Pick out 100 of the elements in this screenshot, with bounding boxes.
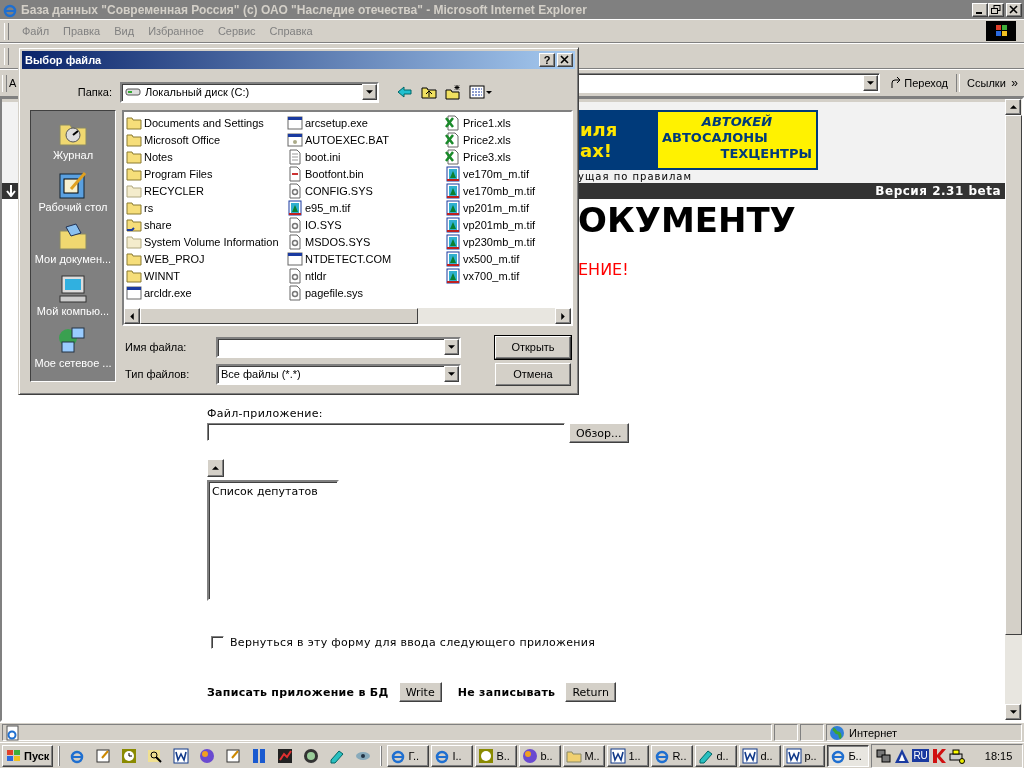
- file-item[interactable]: Price3.xls: [445, 148, 569, 165]
- browse-button[interactable]: Обзор...: [569, 423, 629, 443]
- back-arrow-icon[interactable]: [397, 84, 413, 100]
- cancel-button[interactable]: Отмена: [495, 362, 571, 386]
- taskbar-button[interactable]: Г..: [387, 744, 430, 767]
- horizontal-scrollbar[interactable]: [124, 308, 571, 324]
- restore-button[interactable]: [988, 2, 1004, 17]
- app-icon[interactable]: [303, 747, 320, 764]
- places-item[interactable]: Рабочий стол: [38, 169, 108, 221]
- file-item[interactable]: IO.SYS: [287, 216, 445, 233]
- list-item[interactable]: Список депутатов: [212, 485, 318, 498]
- file-item[interactable]: share: [126, 216, 287, 233]
- folder-icon: [126, 233, 142, 250]
- file-item[interactable]: arcldr.exe: [126, 284, 287, 301]
- close-button[interactable]: [1006, 2, 1022, 17]
- file-item[interactable]: Microsoft Office: [126, 131, 287, 148]
- scroll-down-button[interactable]: [1005, 704, 1021, 720]
- taskbar-button[interactable]: I..: [431, 744, 474, 767]
- places-item[interactable]: Журнал: [52, 117, 94, 169]
- file-item[interactable]: rs: [126, 199, 287, 216]
- down-arrow-icon[interactable]: [6, 185, 16, 197]
- file-item[interactable]: vx500_m.tif: [445, 250, 569, 267]
- folder-dropdown[interactable]: Локальный диск (C:): [120, 81, 379, 103]
- caret-icon[interactable]: [448, 372, 455, 376]
- file-item[interactable]: NTDETECT.COM: [287, 250, 445, 267]
- language-indicator[interactable]: RU: [912, 749, 929, 762]
- file-item[interactable]: WINNT: [126, 267, 287, 284]
- triangle-icon[interactable]: [894, 747, 911, 764]
- file-item[interactable]: e95_m.tif: [287, 199, 445, 216]
- taskbar-button[interactable]: b..: [519, 744, 562, 767]
- file-item[interactable]: CONFIG.SYS: [287, 182, 445, 199]
- taskbar-button[interactable]: d..: [739, 744, 782, 767]
- file-item[interactable]: vx700_m.tif: [445, 267, 569, 284]
- close-button[interactable]: [557, 53, 573, 67]
- taskbar-button[interactable]: R..: [651, 744, 694, 767]
- file-item[interactable]: System Volume Information: [126, 233, 287, 250]
- places-item[interactable]: Мои докумен...: [34, 221, 112, 273]
- new-folder-icon[interactable]: [445, 84, 461, 100]
- scroll-thumb[interactable]: [140, 308, 418, 324]
- filename-field[interactable]: [216, 336, 461, 358]
- file-item[interactable]: WEB_PROJ: [126, 250, 287, 267]
- file-item[interactable]: Price2.xls: [445, 131, 569, 148]
- network-icon[interactable]: [876, 747, 893, 764]
- file-item[interactable]: Program Files: [126, 165, 287, 182]
- file-item[interactable]: ve170mb_m.tif: [445, 182, 569, 199]
- app-icon[interactable]: [277, 747, 294, 764]
- scroll-thumb[interactable]: [1005, 115, 1022, 635]
- links-button[interactable]: Ссылки: [964, 77, 1009, 89]
- view-menu-icon[interactable]: [469, 84, 493, 100]
- more-links-button[interactable]: »: [1011, 76, 1018, 90]
- warning-text: ЕНИЕ!: [578, 260, 630, 280]
- file-item[interactable]: arcsetup.exe: [287, 114, 445, 131]
- printer-icon[interactable]: [948, 747, 965, 764]
- file-item[interactable]: Price1.xls: [445, 114, 569, 131]
- return-button[interactable]: Return: [565, 682, 616, 702]
- folder-up-icon[interactable]: [421, 84, 437, 100]
- file-item[interactable]: MSDOS.SYS: [287, 233, 445, 250]
- caret-icon[interactable]: [867, 81, 875, 85]
- start-button[interactable]: Пуск: [2, 744, 54, 767]
- system-file-icon: [287, 216, 303, 233]
- taskbar-button[interactable]: d..: [695, 744, 738, 767]
- caret-icon[interactable]: [448, 345, 455, 349]
- scroll-up-button[interactable]: [1005, 99, 1021, 115]
- file-item[interactable]: Notes: [126, 148, 287, 165]
- file-item[interactable]: Bootfont.bin: [287, 165, 445, 182]
- scroll-right-button[interactable]: [555, 308, 571, 324]
- app-icon[interactable]: [147, 747, 164, 764]
- shared-folder-icon: [126, 216, 142, 233]
- file-item[interactable]: ntldr: [287, 267, 445, 284]
- help-button[interactable]: ?: [539, 53, 555, 67]
- file-item[interactable]: vp201mb_m.tif: [445, 216, 569, 233]
- file-item[interactable]: ve170m_m.tif: [445, 165, 569, 182]
- file-item[interactable]: vp230mb_m.tif: [445, 233, 569, 250]
- minimize-button[interactable]: [972, 2, 988, 17]
- taskbar-button[interactable]: p..: [783, 744, 826, 767]
- taskbar-button[interactable]: B..: [475, 744, 518, 767]
- file-item[interactable]: RECYCLER: [126, 182, 287, 199]
- places-item[interactable]: Мой компью...: [36, 273, 110, 325]
- file-item[interactable]: vp201m_m.tif: [445, 199, 569, 216]
- folder-icon: [126, 267, 142, 284]
- caret-icon[interactable]: [366, 90, 373, 94]
- taskbar-button[interactable]: 1..: [607, 744, 650, 767]
- file-item[interactable]: pagefile.sys: [287, 284, 445, 301]
- open-button[interactable]: Открыть: [495, 335, 571, 359]
- taskbar-button[interactable]: Б..: [827, 744, 870, 767]
- windows-flag-icon: [6, 748, 22, 763]
- app-icon[interactable]: [173, 747, 190, 764]
- file-item[interactable]: Documents and Settings: [126, 114, 287, 131]
- vertical-scrollbar[interactable]: [1005, 99, 1022, 720]
- write-button[interactable]: Write: [398, 682, 442, 702]
- k-icon[interactable]: [930, 747, 947, 764]
- file-item[interactable]: AUTOEXEC.BAT: [287, 131, 445, 148]
- file-list[interactable]: [122, 110, 573, 326]
- file-item[interactable]: boot.ini: [287, 148, 445, 165]
- scroll-up-button[interactable]: [207, 459, 224, 477]
- taskbar-button[interactable]: M..: [563, 744, 606, 767]
- filetype-dropdown[interactable]: Все файлы (*.*): [216, 363, 461, 385]
- scroll-left-button[interactable]: [124, 308, 140, 324]
- places-item[interactable]: Мое сетевое ...: [34, 325, 112, 377]
- list-box[interactable]: Список депутатов: [207, 480, 339, 601]
